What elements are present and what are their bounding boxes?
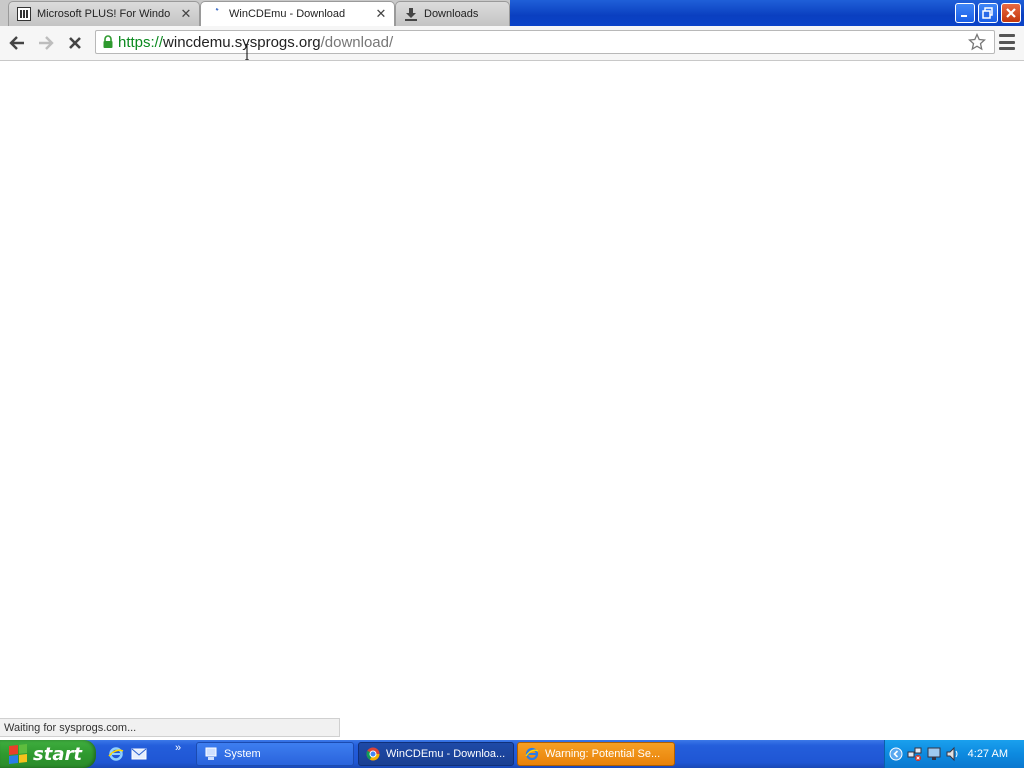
- outlook-quicklaunch-icon[interactable]: [129, 744, 149, 764]
- taskbar-item-label: WinCDEmu - Downloa...: [386, 748, 506, 760]
- start-label: start: [33, 743, 82, 765]
- tray-collapse-icon[interactable]: [888, 746, 904, 762]
- ie-quicklaunch-icon[interactable]: [106, 744, 126, 764]
- forward-arrow-icon: [39, 36, 54, 50]
- taskbar-item-system[interactable]: System: [196, 742, 354, 766]
- system-icon: [203, 746, 219, 762]
- taskbar-item-label: Warning: Potential Se...: [545, 748, 661, 760]
- windows-flag-icon: [9, 744, 27, 764]
- bookmark-star-icon[interactable]: [968, 33, 986, 51]
- browser-toolbar: https://wincdemu.sysprogs.org/download/: [0, 26, 1024, 61]
- taskbar-item-label: System: [224, 748, 261, 760]
- close-window-button[interactable]: [1001, 3, 1021, 23]
- status-bubble: Waiting for sysprogs.com...: [0, 718, 340, 737]
- volume-icon[interactable]: [945, 746, 961, 762]
- url-scheme: https://: [118, 33, 164, 51]
- url-path: /download/: [320, 33, 394, 51]
- taskbar-item-chrome[interactable]: WinCDEmu - Downloa...: [358, 742, 514, 766]
- back-arrow-icon: [9, 36, 24, 50]
- url-host: wincdemu.sysprogs.org: [163, 33, 321, 51]
- page-content: [0, 61, 1024, 718]
- stop-x-icon: [69, 37, 81, 49]
- chrome-menu-button[interactable]: [999, 34, 1015, 50]
- minimize-button[interactable]: [955, 3, 975, 23]
- network-icon[interactable]: [907, 746, 923, 762]
- system-tray: 4:27 AM: [884, 740, 1024, 768]
- download-icon: [404, 7, 418, 21]
- tab-downloads[interactable]: Downloads: [395, 1, 510, 26]
- tab-title: Downloads: [424, 8, 479, 20]
- tab-wincdemu[interactable]: WinCDEmu - Download ✕: [200, 1, 395, 26]
- clock: 4:27 AM: [967, 748, 1008, 760]
- back-button[interactable]: [6, 32, 28, 54]
- quicklaunch-more-icon[interactable]: »: [175, 742, 181, 754]
- loading-icon: [209, 7, 223, 21]
- tab-title: WinCDEmu - Download: [229, 8, 346, 20]
- address-bar[interactable]: https://wincdemu.sysprogs.org/download/: [95, 30, 995, 54]
- tab-close-icon[interactable]: ✕: [179, 6, 193, 21]
- restore-button[interactable]: [978, 3, 998, 23]
- lock-icon: [102, 35, 114, 49]
- ie-icon: [524, 746, 540, 762]
- start-button[interactable]: start: [0, 740, 96, 768]
- tab-microsoft-plus[interactable]: Microsoft PLUS! For Windo ✕: [8, 1, 200, 26]
- forward-button[interactable]: [35, 32, 57, 54]
- monitor-icon[interactable]: [926, 746, 942, 762]
- taskbar-item-ie-warning[interactable]: Warning: Potential Se...: [517, 742, 675, 766]
- tab-close-icon[interactable]: ✕: [374, 6, 388, 21]
- text-cursor-icon: [245, 43, 249, 61]
- tab-title: Microsoft PLUS! For Windo: [37, 8, 171, 20]
- columns-icon: [17, 7, 31, 21]
- stop-button[interactable]: [64, 32, 86, 54]
- chrome-icon: [365, 746, 381, 762]
